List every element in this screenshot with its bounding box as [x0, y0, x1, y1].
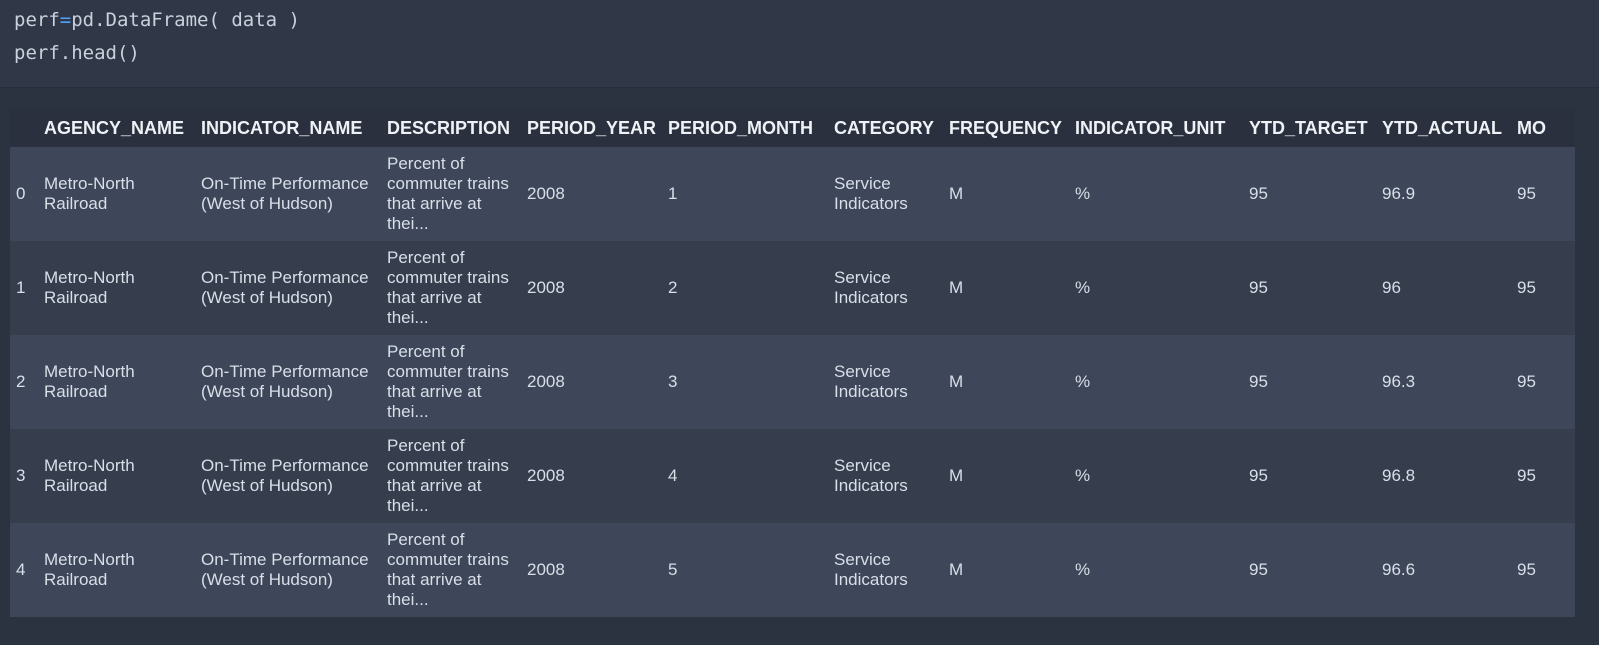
cell-period-year: 2008: [527, 560, 565, 579]
cell-description: Percent of commuter trains that arrive a…: [387, 342, 509, 421]
cell-indicator-unit: %: [1075, 372, 1091, 391]
code-line-1: perf=pd.DataFrame( data ): [14, 9, 300, 31]
code-operator: =: [59, 9, 72, 31]
header-agency-name: AGENCY_NAME: [44, 117, 185, 138]
cell-agency-name: Metro-North Railroad: [44, 362, 135, 401]
cell-description: Percent of commuter trains that arrive a…: [387, 530, 509, 609]
cell-frequency: M: [949, 466, 964, 485]
cell-category: Service Indicators: [834, 362, 908, 401]
cell-description: Percent of commuter trains that arrive a…: [387, 154, 509, 233]
cell-indicator-unit: %: [1075, 466, 1091, 485]
cell-frequency: M: [949, 278, 964, 297]
cell-agency-name: Metro-North Railroad: [44, 456, 135, 495]
header-indicator-unit: INDICATOR_UNIT: [1075, 117, 1226, 138]
row-index: 3: [16, 466, 26, 485]
cell-ytd-target: 95: [1249, 466, 1268, 485]
header-description: DESCRIPTION: [387, 117, 511, 138]
cell-indicator-name: On-Time Performance (West of Hudson): [201, 550, 369, 589]
cell-period-year: 2008: [527, 184, 565, 203]
cell-ytd-actual: 96.8: [1382, 466, 1416, 485]
cell-mo: 95: [1517, 372, 1536, 391]
cell-period-year: 2008: [527, 466, 565, 485]
cell-ytd-target: 95: [1249, 184, 1268, 203]
cell-ytd-actual: 96.3: [1382, 372, 1416, 391]
cell-ytd-target: 95: [1249, 560, 1268, 579]
cell-period-month: 4: [668, 466, 678, 485]
cell-description: Percent of commuter trains that arrive a…: [387, 436, 509, 515]
cell-frequency: M: [949, 184, 964, 203]
cell-mo: 95: [1517, 278, 1536, 297]
cell-category: Service Indicators: [834, 174, 908, 213]
cell-agency-name: Metro-North Railroad: [44, 550, 135, 589]
header-ytd-target: YTD_TARGET: [1249, 117, 1368, 138]
row-index: 2: [16, 372, 26, 391]
header-mo-truncated: MO: [1517, 117, 1546, 138]
cell-period-month: 2: [668, 278, 678, 297]
cell-ytd-target: 95: [1249, 278, 1268, 297]
table-row: 4 Metro-North Railroad On-Time Performan…: [10, 523, 1575, 617]
cell-ytd-actual: 96.6: [1382, 560, 1416, 579]
cell-indicator-unit: %: [1075, 184, 1091, 203]
cell-frequency: M: [949, 560, 964, 579]
row-index: 1: [16, 278, 26, 297]
table-row: 2 Metro-North Railroad On-Time Performan…: [10, 335, 1575, 429]
cell-indicator-unit: %: [1075, 560, 1091, 579]
cell-period-month: 1: [668, 184, 678, 203]
cell-frequency: M: [949, 372, 964, 391]
cell-indicator-name: On-Time Performance (West of Hudson): [201, 174, 369, 213]
cell-agency-name: Metro-North Railroad: [44, 268, 135, 307]
code-line-2: perf.head(): [14, 42, 140, 64]
header-ytd-actual: YTD_ACTUAL: [1382, 117, 1502, 138]
code-cell[interactable]: perf=pd.DataFrame( data ) perf.head(): [0, 0, 1599, 88]
table-header-row: AGENCY_NAME INDICATOR_NAME DESCRIPTION P…: [10, 109, 1575, 147]
row-index: 0: [16, 184, 26, 203]
header-category: CATEGORY: [834, 117, 935, 138]
cell-mo: 95: [1517, 560, 1536, 579]
cell-period-year: 2008: [527, 278, 565, 297]
dataframe-table: AGENCY_NAME INDICATOR_NAME DESCRIPTION P…: [10, 109, 1575, 617]
cell-agency-name: Metro-North Railroad: [44, 174, 135, 213]
row-index: 4: [16, 560, 26, 579]
header-period-year: PERIOD_YEAR: [527, 117, 657, 138]
header-index: [10, 109, 38, 147]
cell-period-month: 5: [668, 560, 678, 579]
cell-indicator-name: On-Time Performance (West of Hudson): [201, 456, 369, 495]
cell-indicator-name: On-Time Performance (West of Hudson): [201, 268, 369, 307]
cell-mo: 95: [1517, 466, 1536, 485]
cell-category: Service Indicators: [834, 268, 908, 307]
table-row: 0 Metro-North Railroad On-Time Performan…: [10, 147, 1575, 241]
cell-description: Percent of commuter trains that arrive a…: [387, 248, 509, 327]
cell-period-month: 3: [668, 372, 678, 391]
cell-ytd-actual: 96: [1382, 278, 1401, 297]
cell-mo: 95: [1517, 184, 1536, 203]
header-indicator-name: INDICATOR_NAME: [201, 117, 363, 138]
cell-ytd-target: 95: [1249, 372, 1268, 391]
cell-period-year: 2008: [527, 372, 565, 391]
code-token: perf: [14, 9, 60, 31]
output-right-gutter: [1575, 109, 1599, 627]
cell-ytd-actual: 96.9: [1382, 184, 1416, 203]
table-row: 1 Metro-North Railroad On-Time Performan…: [10, 241, 1575, 335]
cell-category: Service Indicators: [834, 456, 908, 495]
header-period-month: PERIOD_MONTH: [668, 117, 814, 138]
code-token: pd.DataFrame( data ): [71, 9, 300, 31]
header-frequency: FREQUENCY: [949, 117, 1063, 138]
cell-indicator-unit: %: [1075, 278, 1091, 297]
cell-indicator-name: On-Time Performance (West of Hudson): [201, 362, 369, 401]
table-row: 3 Metro-North Railroad On-Time Performan…: [10, 429, 1575, 523]
cell-category: Service Indicators: [834, 550, 908, 589]
dataframe-output[interactable]: AGENCY_NAME INDICATOR_NAME DESCRIPTION P…: [10, 109, 1575, 627]
